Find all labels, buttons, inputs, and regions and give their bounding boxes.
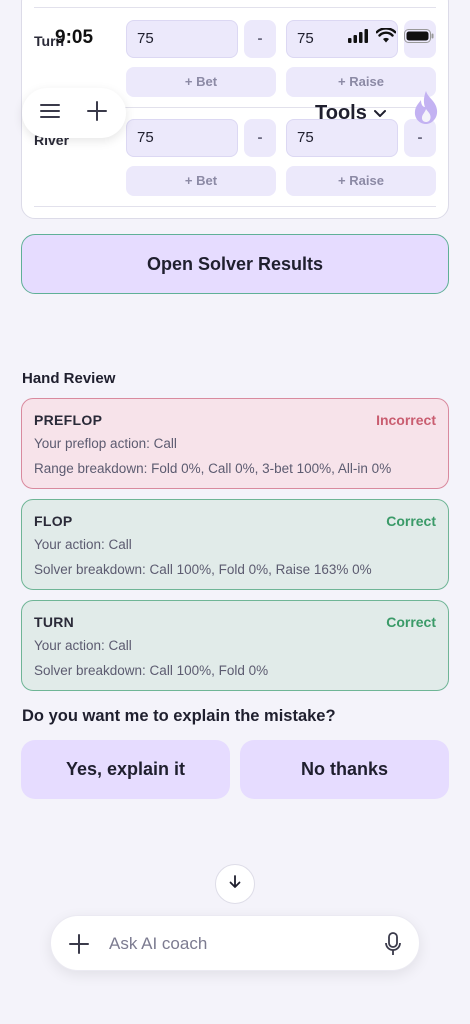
review-breakdown-text: Range breakdown: Fold 0%, Call 0%, 3-bet… [34,461,392,476]
divider [34,206,436,207]
yes-explain-button[interactable]: Yes, explain it [21,740,230,799]
turn-add-bet-button[interactable]: + Bet [126,67,276,97]
hamburger-menu-icon[interactable] [40,103,62,124]
no-thanks-button[interactable]: No thanks [240,740,449,799]
chat-composer [50,915,420,971]
review-action-text: Your action: Call [34,638,132,653]
wifi-icon [375,27,397,48]
review-verdict-badge: Correct [386,513,436,529]
open-solver-results-button[interactable]: Open Solver Results [21,234,449,294]
review-verdict-badge: Incorrect [376,412,436,428]
review-card-preflop: PREFLOP Incorrect Your preflop action: C… [21,398,449,489]
tools-label: Tools [315,102,367,124]
review-street-label: FLOP [34,513,73,529]
new-chat-plus-icon[interactable] [86,100,108,127]
status-icons [348,27,434,48]
status-time: 9:05 [55,27,94,48]
turn-hero-bet-input[interactable]: 75 [126,20,238,58]
explain-question: Do you want me to explain the mistake? [22,707,336,725]
hand-review-title: Hand Review [22,370,116,387]
menu-pill [22,88,126,138]
review-breakdown-text: Solver breakdown: Call 100%, Fold 0%, Ra… [34,562,372,577]
review-street-label: TURN [34,614,75,630]
river-minus-button[interactable]: - [244,119,276,157]
battery-icon [404,28,434,48]
river-add-raise-button[interactable]: + Raise [286,166,436,196]
review-action-text: Your preflop action: Call [34,436,177,451]
chevron-down-icon [373,102,387,125]
river-hero-bet-input[interactable]: 75 [126,119,238,157]
river-add-bet-button[interactable]: + Bet [126,166,276,196]
arrow-down-icon [227,874,243,895]
review-card-flop: FLOP Correct Your action: Call Solver br… [21,499,449,590]
ask-coach-input[interactable] [107,928,367,960]
cellular-signal-icon [348,28,368,48]
divider [34,7,436,8]
tools-dropdown[interactable]: Tools [315,102,387,125]
attach-plus-icon[interactable] [67,932,91,961]
flame-icon[interactable] [410,88,442,131]
review-action-text: Your action: Call [34,537,132,552]
microphone-icon[interactable] [385,932,401,961]
review-verdict-badge: Correct [386,614,436,630]
review-breakdown-text: Solver breakdown: Call 100%, Fold 0% [34,663,269,678]
review-street-label: PREFLOP [34,412,103,428]
scroll-to-bottom-button[interactable] [215,864,255,904]
turn-minus-button[interactable]: - [244,20,276,58]
review-card-turn: TURN Correct Your action: Call Solver br… [21,600,449,691]
